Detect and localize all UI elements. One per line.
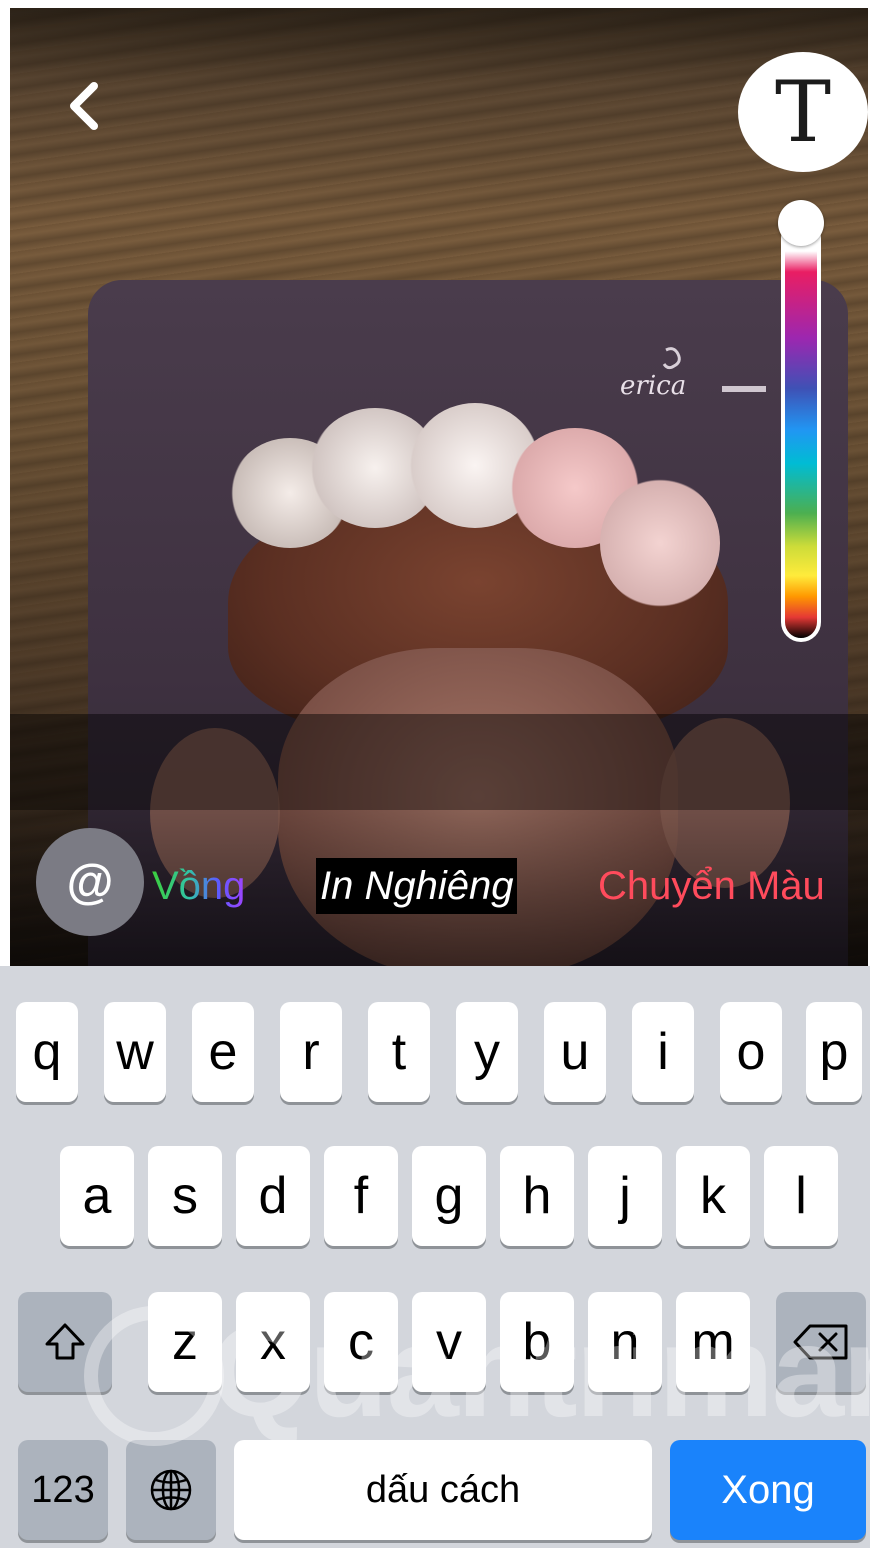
key-r[interactable]: r bbox=[280, 1002, 342, 1102]
color-slider-track[interactable] bbox=[781, 218, 821, 642]
key-d[interactable]: d bbox=[236, 1146, 310, 1246]
key-u[interactable]: u bbox=[544, 1002, 606, 1102]
screen: erica T @ Vồng In Nghiêng Chuyển Màu q w… bbox=[0, 0, 870, 1548]
key-x[interactable]: x bbox=[236, 1292, 310, 1392]
globe-icon bbox=[150, 1469, 192, 1511]
key-t[interactable]: t bbox=[368, 1002, 430, 1102]
at-icon: @ bbox=[66, 855, 114, 909]
text-input-band[interactable] bbox=[10, 714, 868, 810]
style-option-gradient[interactable]: Chuyển Màu bbox=[598, 858, 825, 914]
key-y[interactable]: y bbox=[456, 1002, 518, 1102]
key-o[interactable]: o bbox=[720, 1002, 782, 1102]
key-j[interactable]: j bbox=[588, 1146, 662, 1246]
key-w[interactable]: w bbox=[104, 1002, 166, 1102]
text-style-icon: T bbox=[774, 63, 832, 161]
key-l[interactable]: l bbox=[764, 1146, 838, 1246]
numbers-key[interactable]: 123 bbox=[18, 1440, 108, 1540]
chevron-left-icon[interactable] bbox=[60, 76, 110, 136]
key-c[interactable]: c bbox=[324, 1292, 398, 1392]
backspace-icon bbox=[793, 1324, 848, 1360]
style-option-italic[interactable]: In Nghiêng bbox=[316, 858, 518, 914]
color-slider[interactable] bbox=[778, 200, 824, 642]
space-key[interactable]: dấu cách bbox=[234, 1440, 652, 1540]
key-n[interactable]: n bbox=[588, 1292, 662, 1392]
card-logo: erica bbox=[620, 347, 766, 401]
key-g[interactable]: g bbox=[412, 1146, 486, 1246]
mention-button[interactable]: @ bbox=[36, 828, 144, 936]
done-key[interactable]: Xong bbox=[670, 1440, 866, 1540]
key-h[interactable]: h bbox=[500, 1146, 574, 1246]
delete-key[interactable] bbox=[776, 1292, 866, 1392]
watermark-logo-icon bbox=[84, 1306, 224, 1446]
key-k[interactable]: k bbox=[676, 1146, 750, 1246]
shift-icon bbox=[45, 1323, 85, 1360]
key-a[interactable]: a bbox=[60, 1146, 134, 1246]
style-option-rainbow[interactable]: Vồng bbox=[152, 858, 245, 914]
key-s[interactable]: s bbox=[148, 1146, 222, 1246]
keyboard: q w e r t y u i o p a s d f g h j k l z … bbox=[0, 966, 870, 1548]
photo-canvas[interactable]: erica T @ Vồng In Nghiêng Chuyển Màu bbox=[10, 8, 868, 966]
globe-key[interactable] bbox=[126, 1440, 216, 1540]
text-style-button[interactable]: T bbox=[738, 52, 868, 172]
key-b[interactable]: b bbox=[500, 1292, 574, 1392]
key-f[interactable]: f bbox=[324, 1146, 398, 1246]
key-m[interactable]: m bbox=[676, 1292, 750, 1392]
key-e[interactable]: e bbox=[192, 1002, 254, 1102]
svg-text:erica: erica bbox=[620, 371, 686, 401]
color-slider-knob[interactable] bbox=[778, 200, 824, 246]
key-p[interactable]: p bbox=[806, 1002, 862, 1102]
flower-crown-5 bbox=[600, 478, 720, 608]
key-i[interactable]: i bbox=[632, 1002, 694, 1102]
key-q[interactable]: q bbox=[16, 1002, 78, 1102]
key-v[interactable]: v bbox=[412, 1292, 486, 1392]
